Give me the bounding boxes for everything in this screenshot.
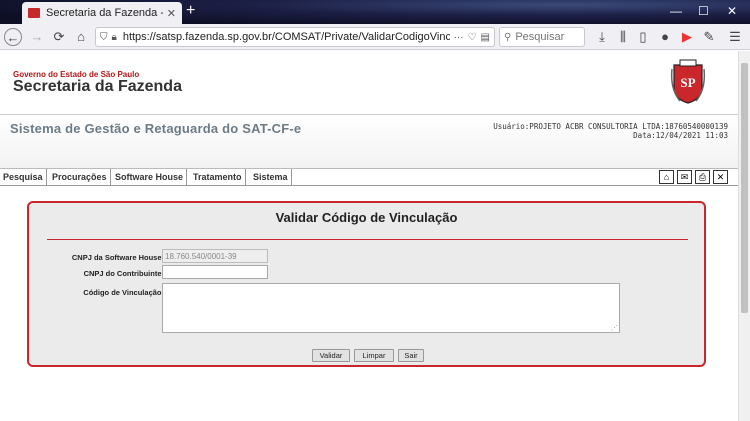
system-title: Sistema de Gestão e Retaguarda do SAT-CF…	[10, 121, 302, 136]
extension-red-icon[interactable]: ▶	[678, 28, 696, 46]
account-icon[interactable]: ●	[656, 28, 674, 46]
codigo-vinculacao-textarea[interactable]: ⋰	[162, 283, 620, 333]
close-icon[interactable]: ✕	[713, 170, 728, 184]
browser-nav-bar: ← → ⟳ ⌂ ⛉ 🔒︎ https://satsp.fazenda.sp.go…	[0, 24, 750, 50]
menu-hamburger-icon[interactable]: ☰	[726, 28, 744, 46]
validar-button[interactable]: Validar	[312, 349, 350, 362]
limpar-button[interactable]: Limpar	[354, 349, 394, 362]
page-actions-icon[interactable]: ···	[454, 32, 464, 43]
sair-button[interactable]: Sair	[398, 349, 424, 362]
search-bar[interactable]: ⚲	[499, 27, 585, 47]
library-icon[interactable]: ⫼	[614, 28, 632, 46]
menu-item-tratamento[interactable]: Tratamento	[190, 169, 246, 186]
tab-title: Secretaria da Fazenda - Governo do	[46, 7, 163, 19]
search-input[interactable]	[515, 31, 576, 43]
codigo-label: Código de Vinculação:	[83, 288, 164, 297]
menu-icons: ⌂ ✉ ⎙ ✕	[659, 170, 728, 184]
page-scrollbar[interactable]	[738, 51, 750, 421]
search-icon: ⚲	[504, 31, 512, 43]
menu-item-procuracoes[interactable]: Procurações	[49, 169, 111, 186]
shield-icon[interactable]: ⛉	[100, 32, 108, 43]
system-bar: Sistema de Gestão e Retaguarda do SAT-CF…	[0, 114, 738, 169]
new-tab-button[interactable]: +	[186, 3, 195, 19]
cnpj-sh-field	[162, 249, 268, 263]
lock-icon[interactable]: 🔒︎	[112, 32, 117, 43]
sec-label: Secretaria da Fazenda	[13, 78, 182, 95]
reader-view-icon[interactable]: ▤	[481, 32, 490, 43]
downloads-icon[interactable]: ⤓	[593, 28, 611, 46]
url-text[interactable]: https://satsp.fazenda.sp.gov.br/COMSAT/P…	[123, 31, 450, 43]
main-menu: Pesquisa Procurações Software House Trat…	[0, 169, 738, 186]
pocket-icon[interactable]: ♡	[468, 32, 477, 43]
validar-form-panel: Validar Código de Vinculação CNPJ da Sof…	[27, 201, 706, 367]
menu-item-sistema[interactable]: Sistema	[250, 169, 292, 186]
tab-close-icon[interactable]: ✕	[167, 7, 176, 20]
page-content: Governo do Estado de São Paulo Secretari…	[0, 51, 738, 421]
sidebar-icon[interactable]: ▯	[634, 28, 652, 46]
window-minimize-button[interactable]: —	[670, 4, 682, 18]
browser-tab[interactable]: Secretaria da Fazenda - Governo do ✕	[22, 2, 182, 24]
mail-icon[interactable]: ✉	[677, 170, 692, 184]
brasao-letters: SP	[680, 75, 695, 90]
site-header: Governo do Estado de São Paulo Secretari…	[0, 51, 738, 113]
window-close-button[interactable]: ✕	[727, 4, 737, 18]
form-title: Validar Código de Vinculação	[275, 210, 458, 225]
home-icon[interactable]: ⌂	[659, 170, 674, 184]
cnpj-contrib-label: CNPJ do Contribuinte:	[83, 269, 164, 278]
reload-icon[interactable]: ⟳	[50, 28, 68, 46]
user-line: Usuário:PROJETO ACBR CONSULTORIA LTDA:18…	[493, 122, 728, 131]
form-divider	[47, 239, 688, 240]
address-bar[interactable]: ⛉ 🔒︎ https://satsp.fazenda.sp.gov.br/COM…	[95, 27, 495, 47]
scrollbar-thumb[interactable]	[741, 63, 748, 313]
cnpj-sh-label: CNPJ da Software House:	[71, 253, 164, 262]
home-icon[interactable]: ⌂	[72, 28, 90, 46]
resize-grip-icon[interactable]: ⋰	[611, 324, 618, 332]
window-maximize-button[interactable]: ☐	[698, 4, 709, 18]
cnpj-contrib-field[interactable]	[162, 265, 268, 279]
forward-arrow-icon[interactable]: →	[28, 28, 46, 46]
print-icon[interactable]: ⎙	[695, 170, 710, 184]
menu-item-pesquisa[interactable]: Pesquisa	[0, 169, 47, 186]
extension-icon[interactable]: ✎	[700, 28, 718, 46]
browser-tab-bar: Secretaria da Fazenda - Governo do ✕ + —…	[0, 0, 750, 24]
menu-item-software-house[interactable]: Software House	[112, 169, 188, 186]
back-arrow-icon[interactable]: ←	[4, 28, 22, 46]
brasao-sp-logo: SP	[670, 59, 706, 104]
sefaz-favicon-icon	[28, 8, 40, 18]
user-info: Usuário:PROJETO ACBR CONSULTORIA LTDA:18…	[493, 122, 728, 140]
date-line: Data:12/04/2021 11:03	[633, 131, 728, 140]
